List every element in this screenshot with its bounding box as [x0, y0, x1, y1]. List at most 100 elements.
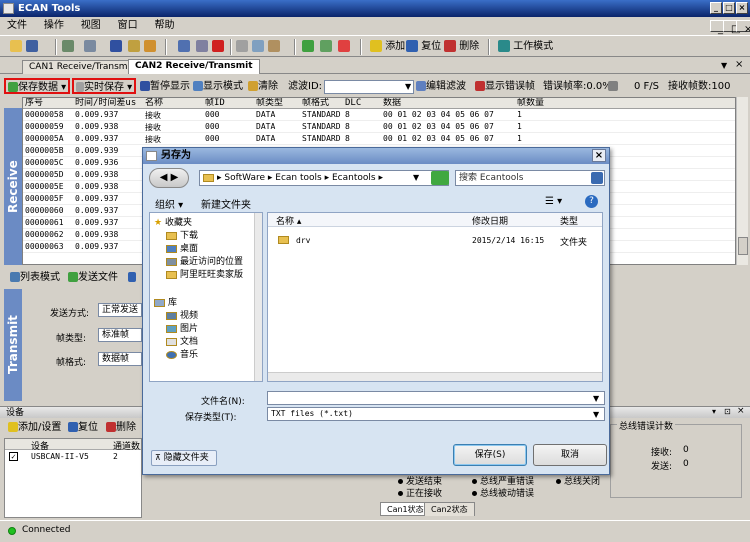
arrow-down-icon[interactable]	[128, 270, 136, 286]
file-row[interactable]: drv 2015/2/14 16:15 文件夹	[268, 233, 602, 249]
refresh-icon[interactable]	[431, 171, 449, 185]
nav-favorites[interactable]: ★ 收藏夹	[154, 217, 192, 230]
show-error-button[interactable]: 显示错误帧	[475, 79, 535, 95]
delete-x-icon[interactable]	[212, 39, 224, 55]
save-data-button[interactable]: 保存数据 ▾	[4, 78, 71, 94]
tab-can1[interactable]: CAN1 Receive/Transmit	[22, 60, 141, 74]
nav-recent[interactable]: 最近访问的位置	[166, 256, 243, 269]
maximize-button[interactable]: □	[723, 2, 735, 14]
work-mode-button[interactable]: 工作模式	[498, 39, 553, 55]
delete-device-button[interactable]: 删除	[444, 39, 479, 55]
tab-can2[interactable]: CAN2 Receive/Transmit	[128, 59, 260, 74]
menu-file[interactable]: 文件	[0, 17, 34, 35]
col-seq[interactable]: 序号	[25, 98, 43, 109]
nav-videos[interactable]: 视频	[166, 310, 198, 323]
pause-icon[interactable]	[110, 39, 122, 55]
col-name[interactable]: 名称	[145, 98, 163, 109]
col-time[interactable]: 时间/时间差us	[75, 98, 136, 109]
search-field[interactable]: 搜索 Ecantools	[455, 170, 605, 186]
copy-icon[interactable]	[252, 39, 264, 55]
pause-display-button[interactable]: 暂停显示	[140, 79, 190, 95]
tool-icon[interactable]	[196, 39, 208, 55]
col-frame-count[interactable]: 帧数量	[517, 98, 544, 109]
dialog-close-button[interactable]: ×	[592, 149, 606, 162]
tab-close-icon[interactable]: ×	[735, 59, 743, 70]
add-device-button[interactable]: 添加	[370, 39, 405, 55]
nav-documents[interactable]: 文档	[166, 336, 198, 349]
panel-dropdown-icon[interactable]: ▾	[712, 407, 716, 416]
table-row[interactable]: 00000058 0.009.937 接收 000 DATA STANDARD 8 00 01…	[23, 109, 735, 121]
send-file-button[interactable]: 发送文件	[68, 270, 118, 286]
nav-music[interactable]: 音乐	[166, 349, 198, 362]
list-mode-button[interactable]: 列表模式	[10, 270, 60, 286]
address-dropdown-icon[interactable]: ▼	[413, 173, 419, 182]
panel-pin-icon[interactable]: ⊡	[724, 407, 731, 416]
device-list[interactable]: 设备 通道数 ✓ USBCAN-II-V5 2	[4, 438, 142, 518]
clear-button[interactable]: 清除	[248, 79, 278, 95]
device-add-button[interactable]: 添加/设置	[8, 420, 61, 436]
help-icon[interactable]: ?	[585, 195, 598, 208]
nav-library[interactable]: 库	[154, 297, 177, 310]
col-dlc[interactable]: DLC	[345, 98, 361, 109]
panel-close-icon[interactable]: ×	[737, 406, 745, 416]
nav-desktop[interactable]: 桌面	[166, 243, 198, 256]
scissors-icon[interactable]	[236, 39, 248, 55]
device-checkbox[interactable]: ✓	[9, 452, 18, 461]
nav-aliwangwang[interactable]: 阿里旺旺卖家版	[166, 269, 243, 282]
filetype-select[interactable]: TXT files (*.txt)	[267, 407, 605, 421]
col-frame-id[interactable]: 帧ID	[205, 98, 225, 109]
device-row[interactable]: ✓ USBCAN-II-V5 2	[5, 450, 141, 462]
table-row[interactable]: 0000005A 0.009.937 接收 000 DATA STANDARD 8 00 01…	[23, 133, 735, 145]
view-options-icon[interactable]: ☰ ▾	[545, 196, 562, 207]
tab-dropdown-icon[interactable]: ▼	[721, 61, 727, 70]
menu-view[interactable]: 视图	[74, 17, 108, 35]
frame-format-select[interactable]: 数据帧	[98, 352, 142, 366]
menu-window[interactable]: 窗口	[111, 17, 145, 35]
table-row[interactable]: 00000059 0.009.938 接收 000 DATA STANDARD 8 00 01…	[23, 121, 735, 133]
edit-filter-button[interactable]: 编辑滤波	[416, 79, 466, 95]
realtime-save-button[interactable]: 实时保存 ▾	[72, 78, 137, 94]
menu-operate[interactable]: 操作	[37, 17, 71, 35]
col-file-type[interactable]: 类型	[560, 214, 578, 227]
mdi-close-button[interactable]: ×	[736, 20, 750, 35]
search-icon[interactable]	[591, 172, 603, 184]
close-button[interactable]: ×	[736, 2, 748, 14]
frame-type-select[interactable]: 标准帧	[98, 328, 142, 342]
nav-downloads[interactable]: 下载	[166, 230, 198, 243]
cancel-button[interactable]: 取消	[533, 444, 607, 466]
tab-can2-status[interactable]: Can2状态	[424, 502, 475, 516]
col-frame-type[interactable]: 帧类型	[256, 98, 283, 109]
paste-icon[interactable]	[268, 39, 280, 55]
reset-device-button[interactable]: 复位	[406, 39, 441, 55]
cut-icon[interactable]	[178, 39, 190, 55]
organize-button[interactable]: 组织 ▾	[155, 196, 183, 211]
file-list-hscrollbar[interactable]	[268, 372, 602, 381]
filter-id-field[interactable]	[324, 80, 414, 94]
connect-icon[interactable]	[302, 39, 314, 55]
hide-folders-button[interactable]: ⊼ 隐藏文件夹	[151, 450, 217, 466]
transfer-icon[interactable]	[320, 39, 332, 55]
save-button[interactable]: 保存(S)	[453, 444, 527, 466]
grid-scrollbar[interactable]	[736, 97, 748, 265]
menu-help[interactable]: 帮助	[148, 17, 182, 35]
nav-pictures[interactable]: 图片	[166, 323, 198, 336]
open-icon[interactable]	[10, 39, 22, 55]
back-forward-buttons[interactable]: ◀ ▶	[149, 168, 189, 188]
col-file-date[interactable]: 修改日期	[472, 214, 508, 227]
col-frame-format[interactable]: 帧格式	[302, 98, 329, 109]
display-mode-button[interactable]: 显示模式	[193, 79, 243, 95]
new-folder-button[interactable]: 新建文件夹	[201, 196, 251, 211]
send-mode-select[interactable]: 正常发送	[98, 303, 142, 317]
device-reset-button[interactable]: 复位	[68, 420, 98, 436]
device-delete-button[interactable]: 删除	[106, 420, 136, 436]
save-icon[interactable]	[26, 39, 38, 55]
filter-dropdown-icon[interactable]: ▼	[405, 79, 411, 95]
nav-scrollbar[interactable]	[254, 213, 262, 381]
col-file-name[interactable]: 名称 ▴	[276, 214, 301, 227]
minimize-button[interactable]: _	[710, 2, 722, 14]
address-bar[interactable]: ▸ SoftWare ▸ Ecan tools ▸ Ecantools ▸	[199, 170, 449, 186]
col-data[interactable]: 数据	[383, 98, 401, 109]
refresh-icon[interactable]	[128, 39, 140, 55]
device2-icon[interactable]	[84, 39, 96, 55]
filename-dropdown-icon[interactable]: ▼	[593, 394, 599, 403]
